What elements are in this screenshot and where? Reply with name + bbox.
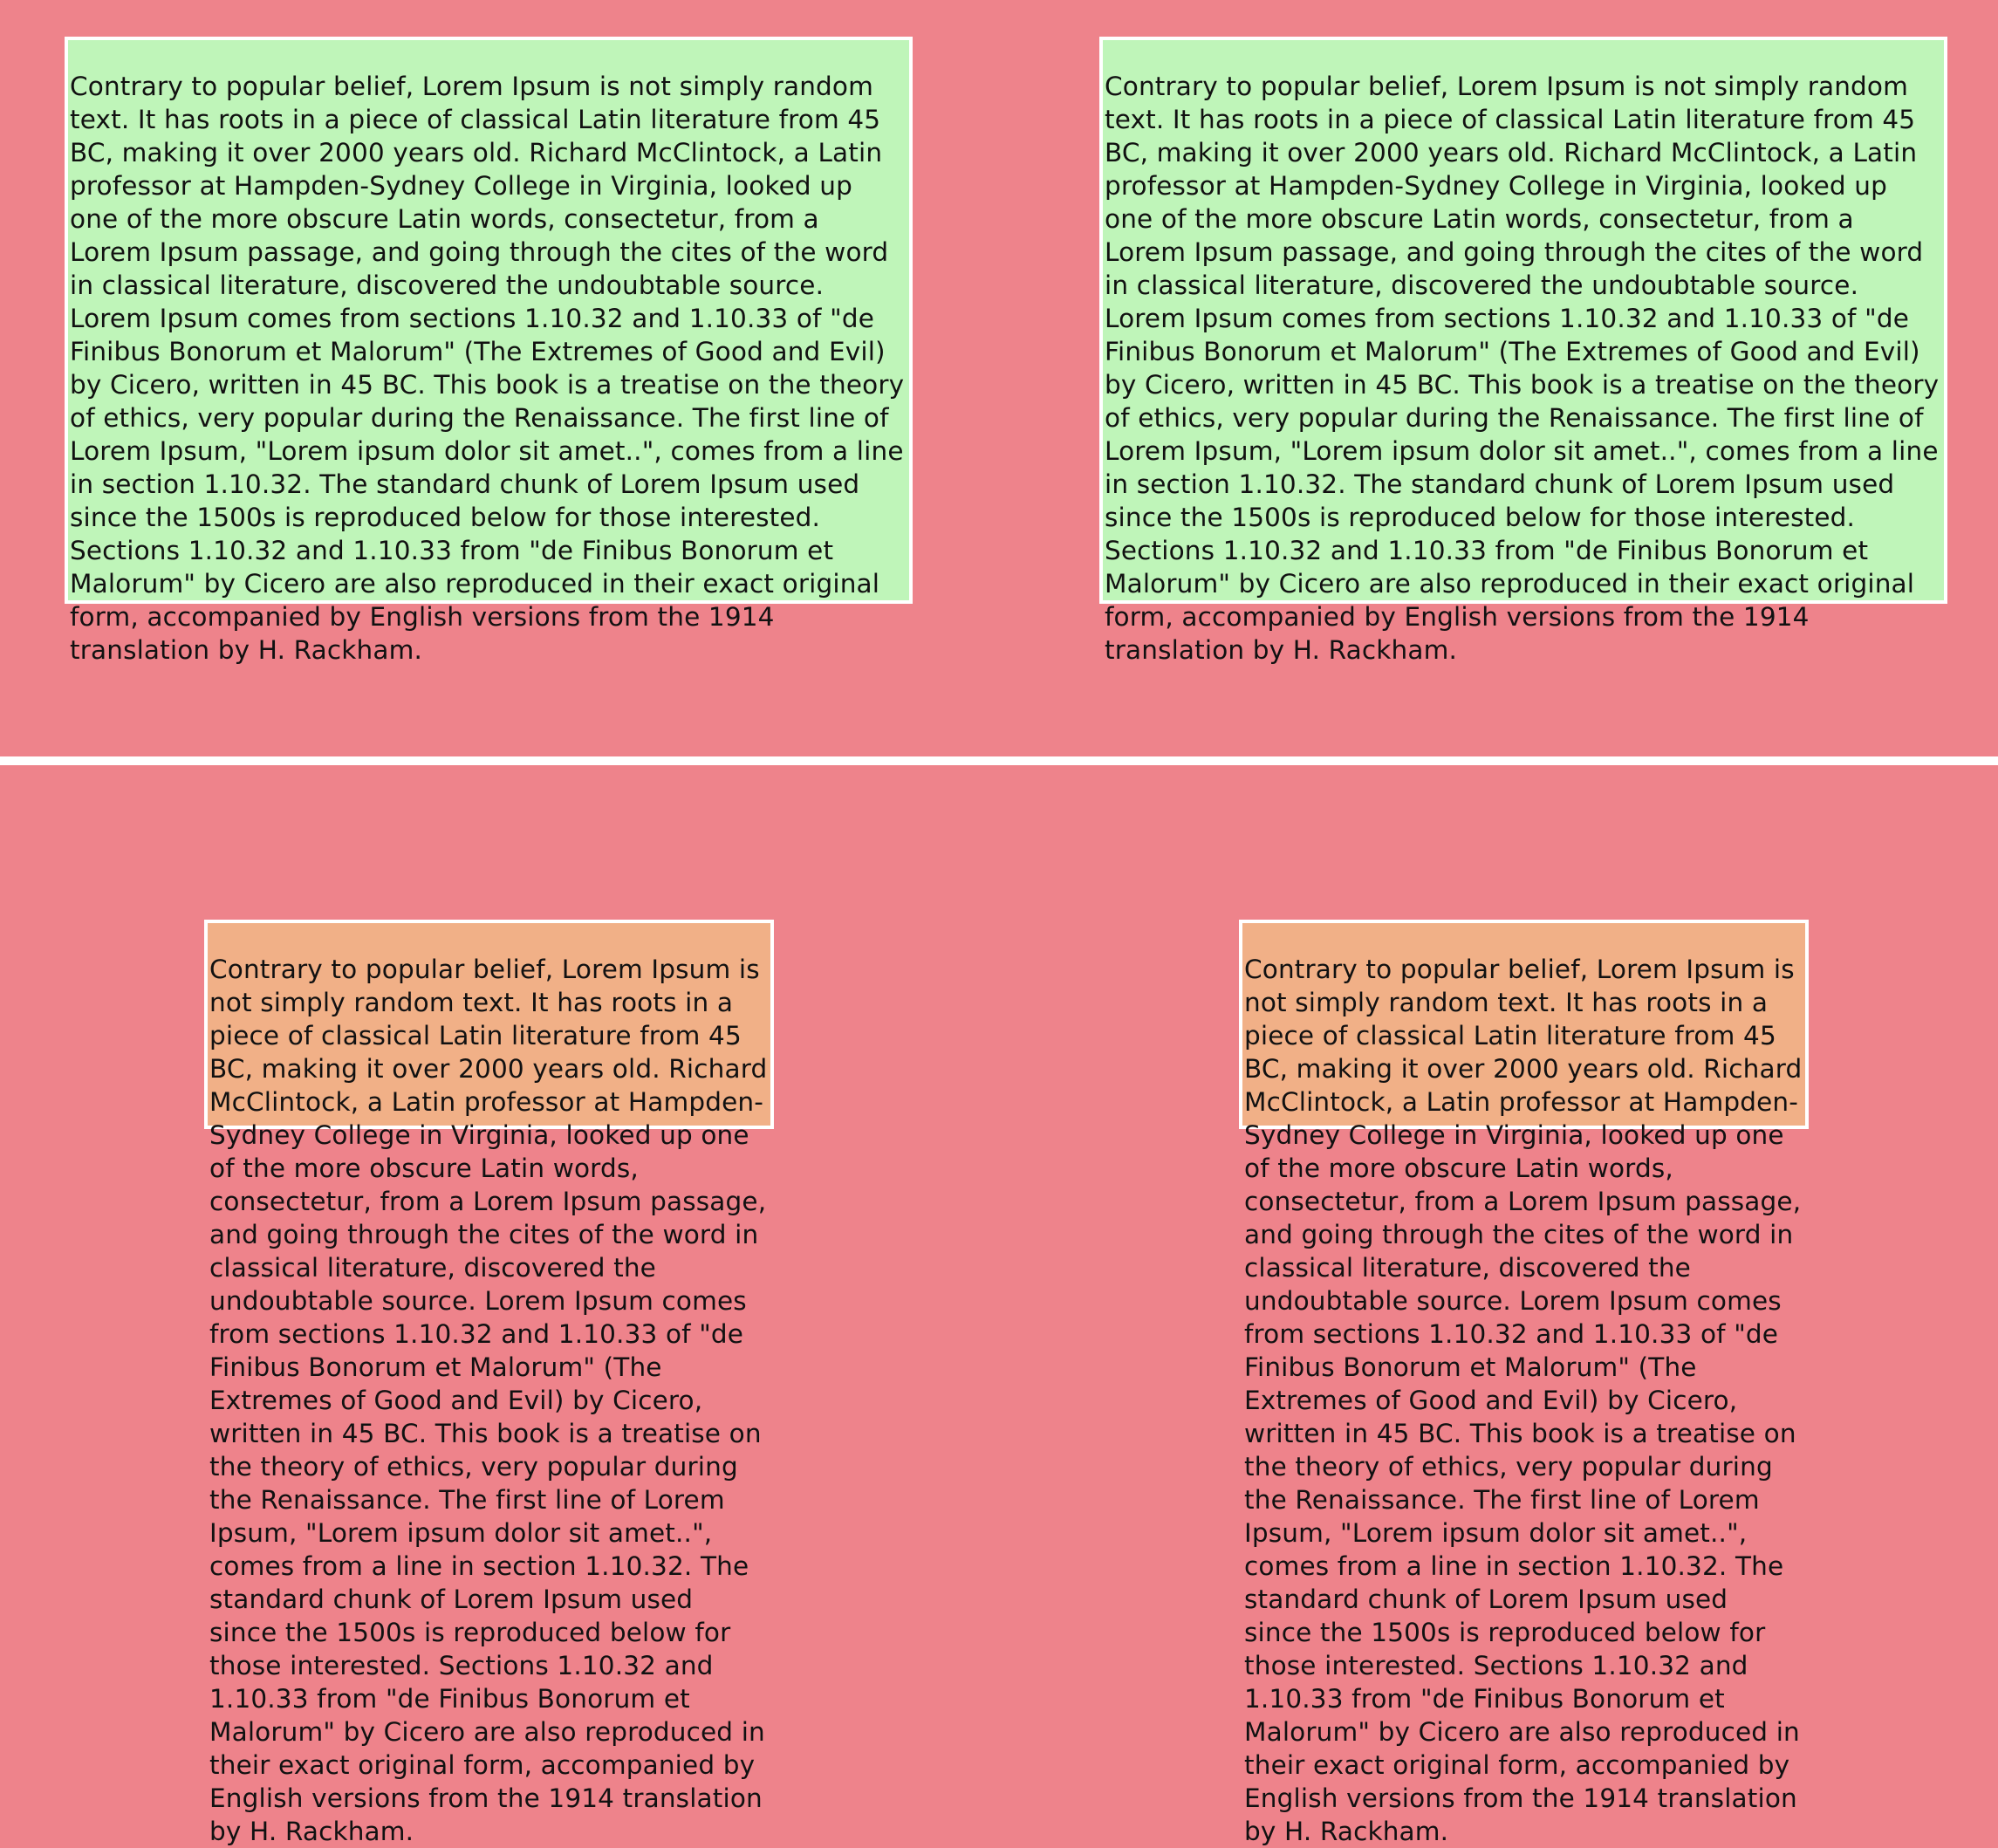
section-divider (0, 756, 1998, 765)
bottom-left-paragraph: Contrary to popular belief, Lorem Ipsum … (209, 955, 768, 1846)
bottom-right-paragraph: Contrary to popular belief, Lorem Ipsum … (1244, 955, 1803, 1846)
top-right-paragraph: Contrary to popular belief, Lorem Ipsum … (1105, 72, 1940, 665)
top-left-paragraph: Contrary to popular belief, Lorem Ipsum … (70, 72, 905, 665)
